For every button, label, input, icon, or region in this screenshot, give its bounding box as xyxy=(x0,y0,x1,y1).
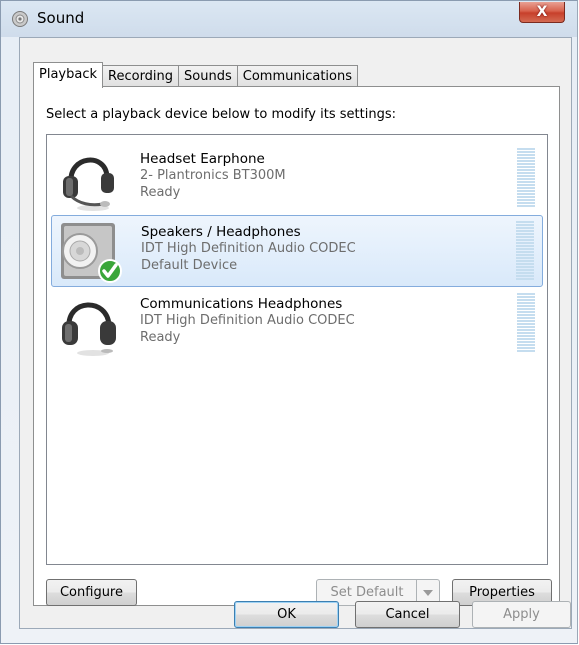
window-title: Sound xyxy=(37,9,85,27)
device-description: IDT High Definition Audio CODEC xyxy=(140,313,355,328)
headset-icon xyxy=(57,146,123,212)
tab-recording[interactable]: Recording xyxy=(102,65,180,87)
configure-button[interactable]: Configure xyxy=(46,579,137,606)
volume-meter xyxy=(517,293,535,353)
device-name: Communications Headphones xyxy=(140,296,343,312)
ok-button[interactable]: OK xyxy=(234,601,339,628)
device-description: IDT High Definition Audio CODEC xyxy=(141,241,356,256)
speaker-icon xyxy=(58,219,124,285)
headphones-icon xyxy=(57,291,123,357)
list-item-headset-earphone[interactable]: Headset Earphone 2- Plantronics BT300M R… xyxy=(51,143,543,215)
device-name: Speakers / Headphones xyxy=(141,224,301,240)
list-item-communications-headphones[interactable]: Communications Headphones IDT High Defin… xyxy=(51,288,543,360)
device-name: Headset Earphone xyxy=(140,151,265,167)
instruction-text: Select a playback device below to modify… xyxy=(46,107,396,122)
close-button[interactable]: X xyxy=(519,2,565,23)
cancel-button[interactable]: Cancel xyxy=(355,601,460,628)
tab-strip: Playback Recording Sounds Communications xyxy=(33,62,359,88)
sound-app-icon xyxy=(11,10,29,28)
playback-panel: Select a playback device below to modify… xyxy=(33,86,560,606)
tab-communications[interactable]: Communications xyxy=(236,65,359,87)
device-list[interactable]: Headset Earphone 2- Plantronics BT300M R… xyxy=(46,134,548,565)
title-bar[interactable]: Sound X xyxy=(1,1,577,37)
device-description: 2- Plantronics BT300M xyxy=(140,168,286,183)
sound-dialog: Sound X Playback Recording Sounds Commun… xyxy=(0,0,578,644)
tab-sounds[interactable]: Sounds xyxy=(178,65,238,87)
set-default-label: Set Default xyxy=(330,585,404,600)
device-status: Ready xyxy=(140,185,181,200)
device-status: Ready xyxy=(140,330,181,345)
apply-button: Apply xyxy=(472,601,571,628)
dialog-client-area: Playback Recording Sounds Communications… xyxy=(19,37,572,629)
volume-meter xyxy=(516,221,534,281)
close-icon: X xyxy=(536,4,548,20)
tab-playback[interactable]: Playback xyxy=(33,62,104,88)
list-item-speakers-headphones[interactable]: Speakers / Headphones IDT High Definitio… xyxy=(51,215,543,287)
device-status: Default Device xyxy=(141,258,238,273)
volume-meter xyxy=(517,148,535,208)
